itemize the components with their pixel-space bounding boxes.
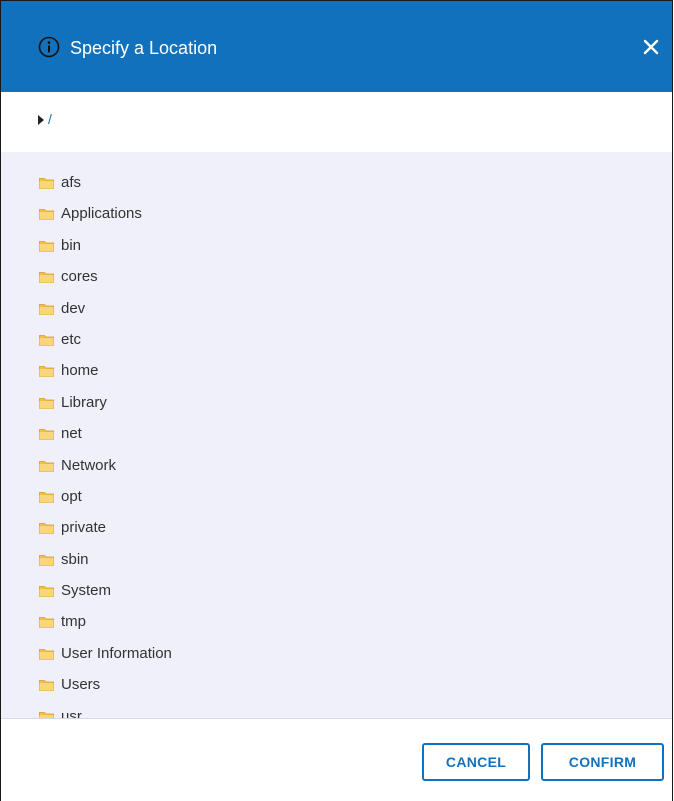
folder-icon <box>39 680 54 692</box>
folder-list: afs Applications bin cores dev etc home Library… <box>1 152 672 718</box>
folder-icon <box>39 554 54 566</box>
folder-icon <box>39 617 54 629</box>
folder-label: User Information <box>61 644 172 662</box>
folder-icon <box>39 303 54 315</box>
folder-label: net <box>61 425 82 443</box>
path-breadcrumb: / <box>1 92 672 152</box>
dialog-title: Specify a Location <box>70 38 218 58</box>
folder-label: tmp <box>61 613 87 631</box>
folder-icon <box>39 648 54 660</box>
folder-item[interactable]: cores <box>1 264 672 295</box>
folder-item[interactable]: private <box>1 515 672 546</box>
dialog-footer: CANCEL CONFIRM <box>1 718 672 801</box>
folder-item[interactable]: tmp <box>1 609 672 640</box>
folder-item[interactable]: home <box>1 358 672 389</box>
folder-label: etc <box>61 330 82 348</box>
folder-icon <box>39 586 54 597</box>
close-icon[interactable] <box>642 38 660 56</box>
folder-item[interactable]: Users <box>1 672 672 703</box>
confirm-button[interactable]: CONFIRM <box>541 743 664 781</box>
specify-location-dialog: Specify a Location / afs Applications bin c… <box>0 0 673 801</box>
folder-icon <box>39 240 54 252</box>
folder-item[interactable]: afs <box>1 170 672 201</box>
folder-label: home <box>61 362 99 380</box>
folder-icon <box>39 272 54 284</box>
folder-icon <box>39 492 54 503</box>
folder-icon <box>39 366 54 378</box>
folder-label: Applications <box>61 205 142 223</box>
folder-item[interactable]: net <box>1 421 672 452</box>
folder-label: sbin <box>61 550 89 568</box>
cancel-button[interactable]: CANCEL <box>422 743 530 781</box>
folder-label: cores <box>61 268 98 286</box>
info-circle-icon <box>38 36 60 58</box>
folder-item[interactable]: Network <box>1 453 672 484</box>
folder-item[interactable]: Applications <box>1 201 672 232</box>
caret-right-icon[interactable] <box>38 115 44 125</box>
dialog-header: Specify a Location <box>1 0 672 92</box>
folder-icon <box>39 523 54 535</box>
folder-label: private <box>61 519 107 537</box>
path-root-link[interactable]: / <box>48 111 52 127</box>
folder-label: Library <box>61 393 107 411</box>
folder-label: afs <box>61 174 82 191</box>
folder-item[interactable]: bin <box>1 233 672 264</box>
folder-label: System <box>61 582 112 600</box>
folder-label: usr <box>61 707 82 718</box>
folder-item[interactable]: usr <box>1 704 672 718</box>
folder-item[interactable]: dev <box>1 296 672 327</box>
folder-item[interactable]: User Information <box>1 641 672 672</box>
folder-item[interactable]: etc <box>1 327 672 358</box>
folder-label: Users <box>61 676 101 694</box>
folder-icon <box>39 460 54 472</box>
folder-label: Network <box>61 456 117 474</box>
folder-label: opt <box>61 487 82 505</box>
folder-item[interactable]: sbin <box>1 547 672 578</box>
folder-item[interactable]: opt <box>1 484 672 515</box>
folder-item[interactable]: System <box>1 578 672 609</box>
folder-icon <box>39 429 54 441</box>
folder-icon <box>39 397 54 409</box>
folder-label: dev <box>61 299 86 317</box>
folder-item[interactable]: Library <box>1 390 672 421</box>
folder-icon <box>39 209 54 221</box>
folder-icon <box>39 178 54 189</box>
folder-label: bin <box>61 236 82 254</box>
folder-icon <box>39 711 54 718</box>
folder-icon <box>39 335 54 346</box>
folder-list-panel[interactable]: afs Applications bin cores dev etc home Library… <box>1 152 672 718</box>
